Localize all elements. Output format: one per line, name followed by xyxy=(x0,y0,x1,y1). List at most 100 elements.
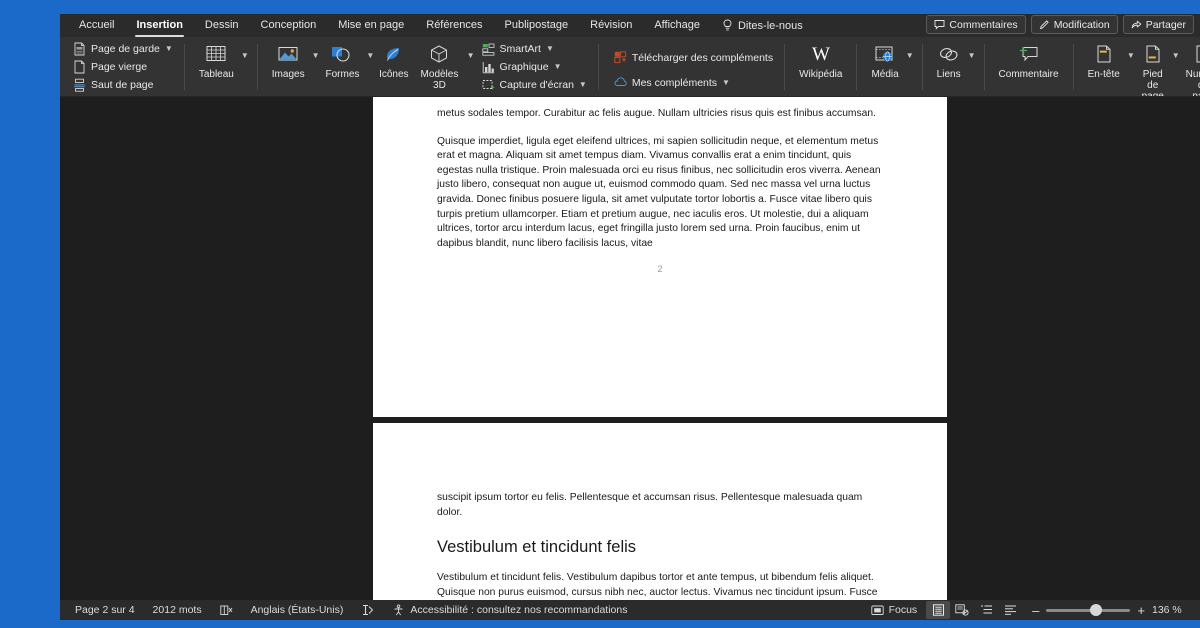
document-page-2[interactable]: metus sodales tempor. Curabitur ac felis… xyxy=(373,97,947,417)
ribbon-insertion: Page de garde ▼ Page vierge Saut de page… xyxy=(60,37,1200,102)
chart-label: Graphique xyxy=(499,61,549,73)
outline-view-button[interactable] xyxy=(974,601,998,619)
blank-page-icon xyxy=(74,60,85,74)
comments-button[interactable]: Commentaires xyxy=(926,15,1026,34)
chevron-down-icon[interactable]: ▼ xyxy=(905,37,914,60)
model-3d-button[interactable]: Modèles 3D xyxy=(413,37,465,93)
tab-accueil[interactable]: Accueil xyxy=(68,15,125,36)
status-bar-right: Focus – + 136 % xyxy=(862,601,1194,619)
tab-insertion[interactable]: Insertion xyxy=(125,15,193,37)
page3-paragraph-main: Vestibulum et tincidunt felis. Vestibulu… xyxy=(437,572,878,598)
smartart-button[interactable]: SmartArt ▼ xyxy=(479,41,590,57)
group-divider xyxy=(256,44,258,90)
proofing-status[interactable] xyxy=(211,605,242,616)
screenshot-icon xyxy=(482,79,494,89)
ribbon-group-pages: Page de garde ▼ Page vierge Saut de page xyxy=(64,37,182,97)
share-button[interactable]: Partager xyxy=(1122,15,1194,34)
screenshot-button[interactable]: Capture d'écran ▼ xyxy=(479,77,590,93)
chevron-down-icon: ▼ xyxy=(578,80,587,89)
zoom-out-button[interactable]: – xyxy=(1032,604,1039,617)
chevron-down-icon[interactable]: ▼ xyxy=(311,37,320,60)
group-divider xyxy=(921,44,923,90)
page-indicator-label: Page 2 sur 4 xyxy=(75,604,135,616)
chevron-down-icon[interactable]: ▼ xyxy=(1126,37,1135,60)
get-addins-label: Télécharger des compléments xyxy=(631,51,774,64)
editing-mode-button[interactable]: Modification xyxy=(1030,15,1118,34)
table-label: Tableau xyxy=(198,69,234,80)
group-divider xyxy=(183,44,185,90)
model-3d-icon xyxy=(431,45,448,63)
page3-heading: Vestibulum et tincidunt felis xyxy=(437,538,637,557)
model-3d-label: Modèles 3D xyxy=(420,69,459,91)
chevron-down-icon[interactable]: ▼ xyxy=(466,37,475,60)
new-comment-button[interactable]: Commentaire xyxy=(993,37,1065,97)
chevron-down-icon[interactable]: ▼ xyxy=(967,37,976,60)
chart-icon xyxy=(482,61,494,73)
icons-icon xyxy=(386,48,399,61)
shapes-button[interactable]: Formes xyxy=(320,37,366,82)
wikipedia-button[interactable]: W Wikipédia xyxy=(793,37,848,97)
language-label: Anglais (États-Unis) xyxy=(250,604,344,616)
tab-dessin[interactable]: Dessin xyxy=(194,15,250,36)
new-comment-icon xyxy=(1019,47,1038,62)
outline-icon xyxy=(980,605,992,614)
page-indicator[interactable]: Page 2 sur 4 xyxy=(66,604,144,616)
get-addins-button[interactable]: Télécharger des compléments xyxy=(611,50,776,66)
tab-revision[interactable]: Révision xyxy=(579,15,643,36)
tab-label: Accueil xyxy=(79,19,115,31)
zoom-in-button[interactable]: + xyxy=(1137,604,1145,617)
ribbon-group-addins: Télécharger des compléments Mes compléme… xyxy=(601,37,782,97)
tab-mise-en-page[interactable]: Mise en page xyxy=(327,15,415,36)
my-addins-button[interactable]: Mes compléments ▼ xyxy=(611,75,776,91)
my-addins-icon xyxy=(614,77,627,86)
cover-page-button[interactable]: Page de garde ▼ xyxy=(70,41,176,57)
screenshot-label: Capture d'écran xyxy=(499,79,574,91)
chevron-down-icon[interactable]: ▼ xyxy=(240,37,249,60)
tab-label: Références xyxy=(426,19,483,31)
tell-me-search[interactable]: Dites-le-nous xyxy=(711,19,803,32)
language-indicator[interactable]: Anglais (États-Unis) xyxy=(242,604,353,616)
smartart-icon xyxy=(481,43,494,56)
chart-button[interactable]: Graphique ▼ xyxy=(479,59,590,75)
ribbon-tab-bar: Accueil Insertion Dessin Conception Mise… xyxy=(60,14,1200,37)
tab-references[interactable]: Références xyxy=(415,15,493,36)
zoom-slider-thumb[interactable] xyxy=(1090,604,1103,616)
document-page-3[interactable]: suscipit ipsum tortor eu felis. Pellente… xyxy=(373,423,947,600)
zoom-slider[interactable] xyxy=(1046,604,1131,616)
tab-conception[interactable]: Conception xyxy=(250,15,328,36)
web-layout-icon xyxy=(955,604,969,616)
tab-label: Révision xyxy=(590,19,633,31)
zoom-level-label[interactable]: 136 % xyxy=(1152,604,1186,616)
focus-label: Focus xyxy=(888,604,918,616)
table-button[interactable]: Tableau xyxy=(193,37,240,82)
icons-button[interactable]: Icônes xyxy=(374,37,413,97)
blank-page-button[interactable]: Page vierge xyxy=(70,59,176,75)
web-layout-view-button[interactable] xyxy=(950,601,974,619)
links-button[interactable]: Liens xyxy=(931,37,967,82)
tab-label: Conception xyxy=(260,19,317,31)
header-button[interactable]: En-tête xyxy=(1082,37,1126,82)
track-changes-toggle[interactable] xyxy=(352,604,383,616)
focus-mode-button[interactable]: Focus xyxy=(862,604,927,616)
cover-page-icon xyxy=(74,42,85,56)
footer-button[interactable]: Pied de page xyxy=(1135,37,1171,104)
print-layout-icon xyxy=(932,604,944,616)
document-canvas[interactable]: metus sodales tempor. Curabitur ac felis… xyxy=(60,97,1200,600)
group-divider xyxy=(983,44,985,90)
chevron-down-icon[interactable]: ▼ xyxy=(365,37,374,60)
track-changes-icon xyxy=(363,604,374,616)
pictures-label: Images xyxy=(271,69,305,80)
chevron-down-icon[interactable]: ▼ xyxy=(1171,37,1180,60)
page-break-button[interactable]: Saut de page xyxy=(70,77,176,93)
tab-affichage[interactable]: Affichage xyxy=(643,15,711,36)
page-number-button[interactable]: # Numéro de page xyxy=(1180,37,1200,104)
pictures-button[interactable]: Images xyxy=(266,37,311,82)
word-count[interactable]: 2012 mots xyxy=(144,604,211,616)
get-addins-icon xyxy=(614,51,626,64)
draft-view-button[interactable] xyxy=(998,601,1022,619)
header-label: En-tête xyxy=(1087,69,1120,80)
online-video-button[interactable]: Média xyxy=(865,37,904,82)
print-layout-view-button[interactable] xyxy=(926,601,951,619)
tab-publipostage[interactable]: Publipostage xyxy=(494,15,580,36)
accessibility-status[interactable]: Accessibilité : consultez nos recommanda… xyxy=(383,604,636,616)
